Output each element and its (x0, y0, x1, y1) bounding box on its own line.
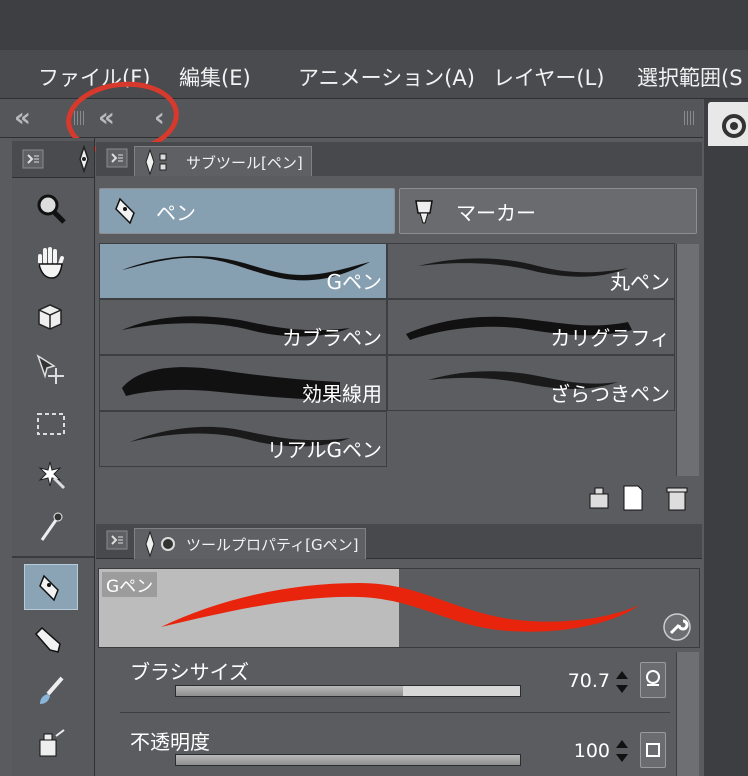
brush-name: ざらつきペン (550, 382, 670, 406)
canvas-tab[interactable] (708, 102, 748, 146)
pen-icon (115, 197, 135, 225)
pen-icon (39, 574, 59, 602)
toolprop-pen-icon (145, 530, 175, 558)
canvas-area (704, 99, 748, 776)
selection-tool[interactable] (24, 400, 78, 446)
collapse-left-icon[interactable]: « (14, 103, 31, 133)
brush-item[interactable]: カブラペン (99, 299, 387, 355)
brush-name: リアルGペン (266, 438, 382, 462)
brush-item[interactable]: 丸ペン (387, 243, 675, 299)
search-icon (37, 194, 66, 224)
brush-item[interactable]: カリグラフィ (387, 299, 675, 355)
move-icon (36, 354, 64, 384)
panel-menu-icon[interactable] (106, 148, 128, 168)
menu-edit[interactable]: 編集(E) (179, 62, 251, 92)
subtool-settings-icon[interactable] (586, 484, 612, 512)
menu-selection[interactable]: 選択範囲(S (637, 62, 743, 92)
row-divider (120, 712, 670, 713)
brush-size-fill (176, 686, 404, 696)
group-marker-label: マーカー (456, 200, 536, 225)
tool-palette-header (12, 141, 94, 178)
magic-wand-icon (38, 461, 66, 490)
pen-tab-icon[interactable] (72, 145, 96, 175)
subtool-scrollbar[interactable] (676, 244, 699, 476)
airbrush-tool[interactable] (24, 720, 78, 766)
brush-size-spin-icon[interactable] (614, 667, 630, 697)
brush-tool[interactable] (24, 668, 78, 714)
zoom-tool[interactable] (24, 186, 78, 232)
brush-item[interactable]: Gペン (99, 243, 387, 299)
pencil-icon (34, 626, 61, 653)
group-pen-label: ペン (156, 200, 196, 225)
opacity-toggle[interactable] (640, 732, 666, 768)
auto-select-tool[interactable] (24, 452, 78, 498)
pencil-tool[interactable] (24, 616, 78, 662)
brush-size-label: ブラシサイズ (130, 660, 249, 684)
panel-menu-icon[interactable] (22, 149, 44, 169)
airbrush-icon (39, 729, 65, 757)
menu-layer[interactable]: レイヤー(L) (493, 62, 604, 92)
brush-name: 丸ペン (610, 270, 670, 294)
tool-separator (12, 556, 94, 558)
hand-tool[interactable] (24, 240, 78, 286)
eyedropper-icon (40, 512, 63, 541)
wrench-icon[interactable] (662, 612, 692, 642)
preview-label: Gペン (102, 572, 158, 597)
selection-icon (37, 413, 65, 435)
swirl-icon (722, 114, 746, 138)
eyedropper-tool[interactable] (24, 504, 78, 550)
subtool-tab-label: サブツール[ペン] (186, 154, 303, 172)
rotate-view-tool[interactable] (24, 294, 78, 340)
pressure-toggle[interactable] (640, 662, 666, 698)
brush-item[interactable]: 効果線用 (99, 355, 387, 411)
brush-name: 効果線用 (302, 382, 382, 406)
group-marker-button[interactable]: マーカー (399, 188, 697, 234)
brush-name: カリグラフィ (550, 326, 670, 350)
trash-icon[interactable] (664, 484, 690, 512)
move-tool[interactable] (24, 346, 78, 392)
opacity-value: 100 (573, 740, 610, 762)
brush-size-value: 70.7 (567, 670, 610, 692)
marker-icon (415, 200, 433, 224)
square-icon (646, 743, 660, 757)
brush-size-slider[interactable] (175, 685, 521, 697)
toolprop-scrollbar[interactable] (676, 652, 699, 776)
opacity-spin-icon[interactable] (614, 736, 630, 766)
brush-name: カブラペン (282, 326, 382, 350)
grip-handle-icon[interactable] (684, 111, 694, 125)
brush-item[interactable]: ざらつきペン (387, 355, 675, 411)
brush-name: Gペン (326, 270, 383, 294)
pen-tool[interactable] (24, 564, 78, 610)
title-bar (0, 0, 748, 50)
toolprop-tab-label: ツールプロパティ[Gペン] (186, 536, 359, 554)
opacity-fill (176, 755, 520, 765)
brush-item[interactable]: リアルGペン (99, 411, 387, 467)
new-subtool-icon[interactable] (620, 484, 646, 512)
opacity-slider[interactable] (175, 754, 521, 766)
panel-menu-icon[interactable] (106, 530, 128, 550)
opacity-label: 不透明度 (130, 730, 210, 754)
rotate-view-icon (38, 304, 62, 330)
menu-animation[interactable]: アニメーション(A) (298, 62, 475, 92)
subtool-pen-icon (145, 148, 167, 176)
pressure-icon (646, 670, 660, 686)
brush-icon (40, 676, 64, 704)
group-pen-button[interactable]: ペン (99, 188, 395, 234)
hand-icon (38, 247, 64, 279)
stroke-preview-shape (161, 583, 639, 632)
